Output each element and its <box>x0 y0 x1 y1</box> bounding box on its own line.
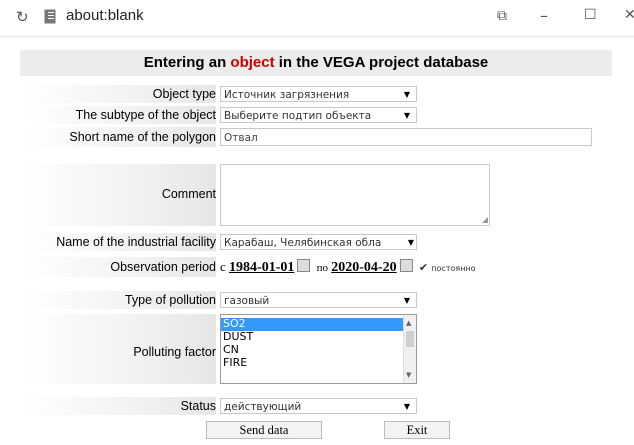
short-name-label: Short name of the polygon <box>69 130 216 144</box>
facility-label: Name of the industrial facility <box>56 235 216 249</box>
title-bar: ↻ about:blank ⧉ – ☐ ✕ <box>0 0 634 37</box>
dropdown-arrow-icon: ▼ <box>403 111 410 120</box>
facility-row: Name of the industrial facility Карабаш,… <box>20 233 612 251</box>
form-title: Entering an object in the VEGA project d… <box>20 50 612 76</box>
calendar-icon[interactable] <box>297 259 311 272</box>
close-icon[interactable]: ✕ <box>624 7 634 23</box>
pollution-type-select[interactable]: газовый ▼ <box>220 292 417 308</box>
dropdown-arrow-icon: ▼ <box>403 296 410 305</box>
window-title: about:blank <box>66 7 144 24</box>
factor-option[interactable]: FIRE <box>221 357 416 370</box>
resize-grip-icon[interactable]: ◢ <box>482 215 488 224</box>
factor-option[interactable]: DUST <box>221 331 416 344</box>
from-date[interactable]: 1984-01-01 <box>229 260 294 275</box>
permanent-label: постоянно <box>431 264 476 273</box>
page-icon <box>44 9 56 27</box>
polluting-factor-row: Polluting factor SO2 DUST CN FIRE ▲ ▼ <box>20 314 612 384</box>
object-type-row: Object type Источник загрязнения ▼ <box>20 85 612 103</box>
object-type-select[interactable]: Источник загрязнения ▼ <box>220 86 417 102</box>
dropdown-arrow-icon: ▼ <box>403 90 410 99</box>
scroll-down-icon[interactable]: ▼ <box>406 369 411 381</box>
send-data-button[interactable]: Send data <box>206 421 322 439</box>
subtype-label: The subtype of the object <box>75 108 216 122</box>
observation-period: с 1984-01-01 по 2020-04-20 ✔ постоянно <box>220 259 476 275</box>
short-name-row: Short name of the polygon Отвал <box>20 127 612 147</box>
comment-row: Comment ◢ <box>20 164 612 226</box>
object-type-label: Object type <box>152 87 216 101</box>
calendar-icon[interactable] <box>399 259 413 272</box>
subtype-row: The subtype of the object Выберите подти… <box>20 106 612 124</box>
listbox-scrollbar[interactable]: ▲ ▼ <box>403 315 416 383</box>
comment-textarea[interactable]: ◢ <box>220 164 490 226</box>
status-row: Status действующий ▼ <box>20 397 612 415</box>
refresh-icon[interactable]: ↻ <box>16 8 29 26</box>
dropdown-arrow-icon: ▼ <box>407 238 414 247</box>
observation-row: Observation period с 1984-01-01 по 2020-… <box>20 257 612 277</box>
facility-select[interactable]: Карабаш, Челябинская обла ▼ <box>220 234 417 250</box>
status-select[interactable]: действующий ▼ <box>220 398 417 414</box>
dropdown-arrow-icon: ▼ <box>403 402 410 411</box>
scroll-up-icon[interactable]: ▲ <box>406 317 411 329</box>
status-label: Status <box>180 399 216 413</box>
title-accent: object <box>230 54 275 71</box>
to-date[interactable]: 2020-04-20 <box>331 260 396 275</box>
pollution-type-row: Type of pollution газовый ▼ <box>20 291 612 309</box>
maximize-icon[interactable]: ☐ <box>584 7 597 23</box>
subtype-select[interactable]: Выберите подтип объекта ▼ <box>220 107 417 123</box>
minimize-icon[interactable]: – <box>540 6 548 25</box>
comment-label: Comment <box>161 187 216 201</box>
factor-option[interactable]: CN <box>221 344 416 357</box>
restore-icon[interactable]: ⧉ <box>497 8 507 24</box>
short-name-input[interactable]: Отвал <box>220 128 592 146</box>
pollution-type-label: Type of pollution <box>124 293 216 307</box>
polluting-factor-listbox[interactable]: SO2 DUST CN FIRE ▲ ▼ <box>220 314 417 384</box>
observation-label: Observation period <box>110 260 216 274</box>
permanent-checkbox[interactable]: ✔ <box>419 262 428 274</box>
browser-window: ↻ about:blank ⧉ – ☐ ✕ Entering an object… <box>0 0 634 445</box>
exit-button[interactable]: Exit <box>384 421 450 439</box>
scroll-thumb[interactable] <box>406 331 414 347</box>
polluting-factor-label: Polluting factor <box>133 345 216 359</box>
